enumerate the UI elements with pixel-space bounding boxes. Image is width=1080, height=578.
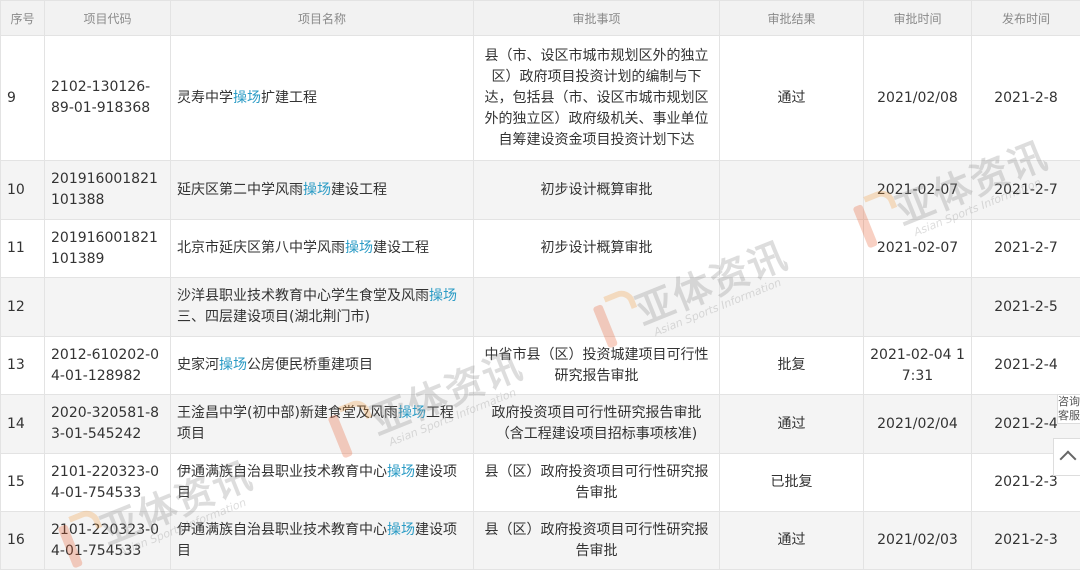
- cell-name[interactable]: 北京市延庆区第八中学风雨操场建设工程: [171, 220, 474, 278]
- consult-service-label: 咨询客服: [1058, 395, 1080, 422]
- cell-publish-time: 2021-2-5: [972, 278, 1080, 337]
- cell-result: [720, 220, 864, 278]
- name-highlight: 操场: [303, 182, 331, 198]
- name-text: 伊通满族自治县职业技术教育中心: [177, 522, 387, 538]
- col-header-no: 序号: [1, 1, 45, 36]
- name-text: 扩建工程: [261, 90, 317, 106]
- cell-name[interactable]: 沙洋县职业技术教育中心学生食堂及风雨操场三、四层建设项目(湖北荆门市): [171, 278, 474, 337]
- cell-publish-time: 2021-2-8: [972, 36, 1080, 161]
- cell-approve-time: 2021-02-07: [864, 220, 972, 278]
- name-text: 王淦昌中学(初中部)新建食堂及风雨: [177, 405, 398, 421]
- cell-no: 13: [1, 337, 45, 395]
- cell-no: 9: [1, 36, 45, 161]
- results-table: 序号 项目代码 项目名称 审批事项 审批结果 审批时间 发布时间 9 2102-…: [0, 0, 1080, 570]
- cell-no: 12: [1, 278, 45, 337]
- cell-result: 通过: [720, 512, 864, 570]
- back-to-top-button[interactable]: [1053, 438, 1080, 476]
- table-row: 11 201916001821101389 北京市延庆区第八中学风雨操场建设工程…: [1, 220, 1080, 278]
- cell-result: 批复: [720, 337, 864, 395]
- cell-result: 通过: [720, 395, 864, 454]
- table-row: 9 2102-130126-89-01-918368 灵寿中学操场扩建工程 县（…: [1, 36, 1080, 161]
- name-text: 三、四层建设项目(湖北荆门市): [177, 309, 370, 325]
- cell-item: 中省市县（区）投资城建项目可行性研究报告审批: [474, 337, 720, 395]
- cell-item: [474, 278, 720, 337]
- cell-item: 县（区）政府投资项目可行性研究报告审批: [474, 454, 720, 512]
- cell-item: 初步设计概算审批: [474, 220, 720, 278]
- cell-no: 11: [1, 220, 45, 278]
- col-header-name: 项目名称: [171, 1, 474, 36]
- chevron-up-icon: [1060, 451, 1077, 468]
- cell-publish-time: 2021-2-7: [972, 220, 1080, 278]
- cell-item: 县（市、设区市城市规划区外的独立区）政府项目投资计划的编制与下达，包括县（市、设…: [474, 36, 720, 161]
- table-row: 14 2020-320581-83-01-545242 王淦昌中学(初中部)新建…: [1, 395, 1080, 454]
- cell-approve-time: [864, 454, 972, 512]
- cell-code: 2101-220323-04-01-754533: [45, 454, 171, 512]
- cell-code: 201916001821101388: [45, 161, 171, 220]
- cell-code: [45, 278, 171, 337]
- cell-publish-time: 2021-2-7: [972, 161, 1080, 220]
- cell-approve-time: 2021-02-07: [864, 161, 972, 220]
- cell-code: 2012-610202-04-01-128982: [45, 337, 171, 395]
- cell-name[interactable]: 灵寿中学操场扩建工程: [171, 36, 474, 161]
- name-text: 史家河: [177, 357, 219, 373]
- table-row: 16 2101-220323-04-01-754533 伊通满族自治县职业技术教…: [1, 512, 1080, 570]
- cell-publish-time: 2021-2-3: [972, 512, 1080, 570]
- cell-approve-time: [864, 278, 972, 337]
- cell-code: 201916001821101389: [45, 220, 171, 278]
- name-highlight: 操场: [345, 240, 373, 256]
- cell-result: 通过: [720, 36, 864, 161]
- name-highlight: 操场: [233, 90, 261, 106]
- cell-code: 2101-220323-04-01-754533: [45, 512, 171, 570]
- col-header-code: 项目代码: [45, 1, 171, 36]
- table-row: 12 沙洋县职业技术教育中心学生食堂及风雨操场三、四层建设项目(湖北荆门市) 2…: [1, 278, 1080, 337]
- consult-service-button[interactable]: 咨询客服: [1057, 394, 1080, 424]
- cell-name[interactable]: 伊通满族自治县职业技术教育中心操场建设项目: [171, 454, 474, 512]
- name-text: 建设工程: [331, 182, 387, 198]
- cell-item: 初步设计概算审批: [474, 161, 720, 220]
- cell-item: 县（区）政府投资项目可行性研究报告审批: [474, 512, 720, 570]
- cell-no: 14: [1, 395, 45, 454]
- name-highlight: 操场: [219, 357, 247, 373]
- table-row: 15 2101-220323-04-01-754533 伊通满族自治县职业技术教…: [1, 454, 1080, 512]
- table-header-row: 序号 项目代码 项目名称 审批事项 审批结果 审批时间 发布时间: [1, 1, 1080, 36]
- cell-name[interactable]: 史家河操场公房便民桥重建项目: [171, 337, 474, 395]
- cell-approve-time: 2021-02-04 17:31: [864, 337, 972, 395]
- name-text: 公房便民桥重建项目: [247, 357, 373, 373]
- table-row: 10 201916001821101388 延庆区第二中学风雨操场建设工程 初步…: [1, 161, 1080, 220]
- cell-no: 15: [1, 454, 45, 512]
- table-row: 13 2012-610202-04-01-128982 史家河操场公房便民桥重建…: [1, 337, 1080, 395]
- name-text: 北京市延庆区第八中学风雨: [177, 240, 345, 256]
- cell-result: 已批复: [720, 454, 864, 512]
- name-highlight: 操场: [398, 405, 426, 421]
- cell-no: 16: [1, 512, 45, 570]
- cell-name[interactable]: 王淦昌中学(初中部)新建食堂及风雨操场工程项目: [171, 395, 474, 454]
- cell-code: 2102-130126-89-01-918368: [45, 36, 171, 161]
- cell-approve-time: 2021/02/04: [864, 395, 972, 454]
- cell-approve-time: 2021/02/08: [864, 36, 972, 161]
- cell-result: [720, 161, 864, 220]
- col-header-approve-time: 审批时间: [864, 1, 972, 36]
- name-text: 沙洋县职业技术教育中心学生食堂及风雨: [177, 288, 429, 304]
- col-header-item: 审批事项: [474, 1, 720, 36]
- name-text: 伊通满族自治县职业技术教育中心: [177, 464, 387, 480]
- name-text: 灵寿中学: [177, 90, 233, 106]
- name-text: 建设工程: [373, 240, 429, 256]
- cell-code: 2020-320581-83-01-545242: [45, 395, 171, 454]
- cell-no: 10: [1, 161, 45, 220]
- cell-publish-time: 2021-2-4: [972, 337, 1080, 395]
- cell-result: [720, 278, 864, 337]
- col-header-publish-time: 发布时间: [972, 1, 1080, 36]
- cell-approve-time: 2021/02/03: [864, 512, 972, 570]
- col-header-result: 审批结果: [720, 1, 864, 36]
- cell-item: 政府投资项目可行性研究报告审批（含工程建设项目招标事项核准): [474, 395, 720, 454]
- cell-name[interactable]: 延庆区第二中学风雨操场建设工程: [171, 161, 474, 220]
- name-text: 延庆区第二中学风雨: [177, 182, 303, 198]
- name-highlight: 操场: [429, 288, 457, 304]
- cell-name[interactable]: 伊通满族自治县职业技术教育中心操场建设项目: [171, 512, 474, 570]
- name-highlight: 操场: [387, 522, 415, 538]
- name-highlight: 操场: [387, 464, 415, 480]
